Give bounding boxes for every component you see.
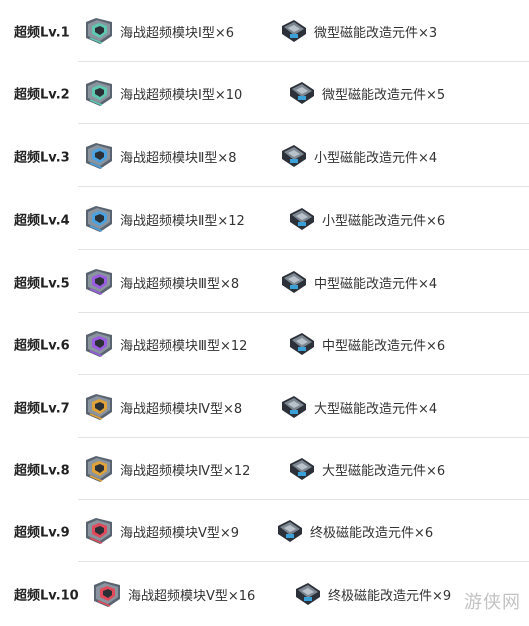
module-cell: 海战超频模块Ⅴ型×9 <box>82 516 239 546</box>
overclock-module-icon <box>82 267 116 297</box>
overclock-level-label: 超频Lv.10 <box>14 588 79 604</box>
material-row: 超频Lv.8 海战超频模块Ⅳ型×12 大型磁能改造元件×6 <box>0 438 529 500</box>
row-divider <box>78 374 529 375</box>
overclock-module-icon <box>82 204 116 234</box>
material-row: 超频Lv.6 海战超频模块Ⅲ型×12 中型磁能改造元件×6 <box>0 313 529 375</box>
overclock-level-label: 超频Lv.4 <box>14 213 70 229</box>
module-requirement-text: 海战超频模块Ⅱ型×8 <box>120 150 237 166</box>
overclock-level-label: 超频Lv.9 <box>14 525 70 541</box>
component-requirement-text: 小型磁能改造元件×4 <box>314 150 438 166</box>
component-requirement-text: 终极磁能改造元件×9 <box>328 588 452 604</box>
material-row: 超频Lv.1 海战超频模块Ⅰ型×6 微型磁能改造元件×3 <box>0 0 529 62</box>
component-requirement-text: 小型磁能改造元件×6 <box>322 213 446 229</box>
overclock-module-icon <box>90 579 124 609</box>
component-cell: 终极磁能改造元件×6 <box>272 516 433 546</box>
overclock-level-label: 超频Lv.8 <box>14 463 70 479</box>
component-requirement-text: 微型磁能改造元件×3 <box>314 25 438 41</box>
overclock-level-label: 超频Lv.1 <box>14 25 70 41</box>
magnetic-component-icon <box>276 267 310 297</box>
magnetic-component-icon <box>284 329 318 359</box>
module-requirement-text: 海战超频模块Ⅱ型×12 <box>120 213 245 229</box>
component-requirement-text: 大型磁能改造元件×4 <box>314 401 438 417</box>
magnetic-component-icon <box>284 204 318 234</box>
module-cell: 海战超频模块Ⅱ型×12 <box>82 204 245 234</box>
module-cell: 海战超频模块Ⅲ型×8 <box>82 267 239 297</box>
row-divider <box>78 561 529 562</box>
component-cell: 终极磁能改造元件×9 <box>290 579 451 609</box>
row-divider <box>78 186 529 187</box>
component-cell: 小型磁能改造元件×4 <box>276 141 437 171</box>
module-cell: 海战超频模块Ⅱ型×8 <box>82 141 237 171</box>
magnetic-component-icon <box>284 78 318 108</box>
component-cell: 中型磁能改造元件×6 <box>284 329 445 359</box>
module-requirement-text: 海战超频模块Ⅲ型×12 <box>120 338 248 354</box>
magnetic-component-icon <box>276 141 310 171</box>
watermark-logo: 游侠网 <box>464 592 521 613</box>
component-cell: 中型磁能改造元件×4 <box>276 267 437 297</box>
component-requirement-text: 中型磁能改造元件×4 <box>314 276 438 292</box>
magnetic-component-icon <box>276 16 310 46</box>
material-row: 超频Lv.7 海战超频模块Ⅳ型×8 大型磁能改造元件×4 <box>0 376 529 438</box>
magnetic-component-icon <box>272 516 306 546</box>
module-cell: 海战超频模块Ⅴ型×16 <box>90 579 255 609</box>
overclock-module-icon <box>82 516 116 546</box>
module-cell: 海战超频模块Ⅲ型×12 <box>82 329 247 359</box>
magnetic-component-icon <box>276 392 310 422</box>
overclock-level-label: 超频Lv.3 <box>14 150 70 166</box>
overclock-module-icon <box>82 454 116 484</box>
overclock-level-label: 超频Lv.7 <box>14 401 70 417</box>
component-requirement-text: 微型磁能改造元件×5 <box>322 87 446 103</box>
overclock-level-label: 超频Lv.5 <box>14 276 70 292</box>
overclock-module-icon <box>82 141 116 171</box>
overclock-module-icon <box>82 16 116 46</box>
overclock-level-label: 超频Lv.6 <box>14 338 70 354</box>
magnetic-component-icon <box>284 454 318 484</box>
module-requirement-text: 海战超频模块Ⅰ型×10 <box>120 87 243 103</box>
module-requirement-text: 海战超频模块Ⅴ型×16 <box>128 588 256 604</box>
magnetic-component-icon <box>290 579 324 609</box>
module-cell: 海战超频模块Ⅳ型×12 <box>82 454 250 484</box>
component-cell: 大型磁能改造元件×4 <box>276 392 437 422</box>
material-row: 超频Lv.3 海战超频模块Ⅱ型×8 小型磁能改造元件×4 <box>0 125 529 187</box>
component-requirement-text: 终极磁能改造元件×6 <box>310 525 434 541</box>
module-cell: 海战超频模块Ⅰ型×6 <box>82 16 234 46</box>
material-row: 超频Lv.2 海战超频模块Ⅰ型×10 微型磁能改造元件×5 <box>0 62 529 124</box>
module-requirement-text: 海战超频模块Ⅴ型×9 <box>120 525 240 541</box>
row-divider <box>78 123 529 124</box>
overclock-module-icon <box>82 329 116 359</box>
component-requirement-text: 大型磁能改造元件×6 <box>322 463 446 479</box>
component-cell: 小型磁能改造元件×6 <box>284 204 445 234</box>
material-row: 超频Lv.10 海战超频模块Ⅴ型×16 终极磁能改造元件×9 <box>0 563 529 625</box>
component-requirement-text: 中型磁能改造元件×6 <box>322 338 446 354</box>
overclock-module-icon <box>82 78 116 108</box>
overclock-module-icon <box>82 392 116 422</box>
component-cell: 微型磁能改造元件×3 <box>276 16 437 46</box>
material-row: 超频Lv.5 海战超频模块Ⅲ型×8 中型磁能改造元件×4 <box>0 251 529 313</box>
module-requirement-text: 海战超频模块Ⅳ型×8 <box>120 401 243 417</box>
module-requirement-text: 海战超频模块Ⅰ型×6 <box>120 25 234 41</box>
material-row: 超频Lv.4 海战超频模块Ⅱ型×12 小型磁能改造元件×6 <box>0 188 529 250</box>
module-requirement-text: 海战超频模块Ⅳ型×12 <box>120 463 251 479</box>
module-cell: 海战超频模块Ⅳ型×8 <box>82 392 242 422</box>
component-cell: 大型磁能改造元件×6 <box>284 454 445 484</box>
module-cell: 海战超频模块Ⅰ型×10 <box>82 78 242 108</box>
overclock-level-label: 超频Lv.2 <box>14 87 70 103</box>
material-row: 超频Lv.9 海战超频模块Ⅴ型×9 终极磁能改造元件×6 <box>0 500 529 562</box>
component-cell: 微型磁能改造元件×5 <box>284 78 445 108</box>
module-requirement-text: 海战超频模块Ⅲ型×8 <box>120 276 240 292</box>
row-divider <box>78 249 529 250</box>
